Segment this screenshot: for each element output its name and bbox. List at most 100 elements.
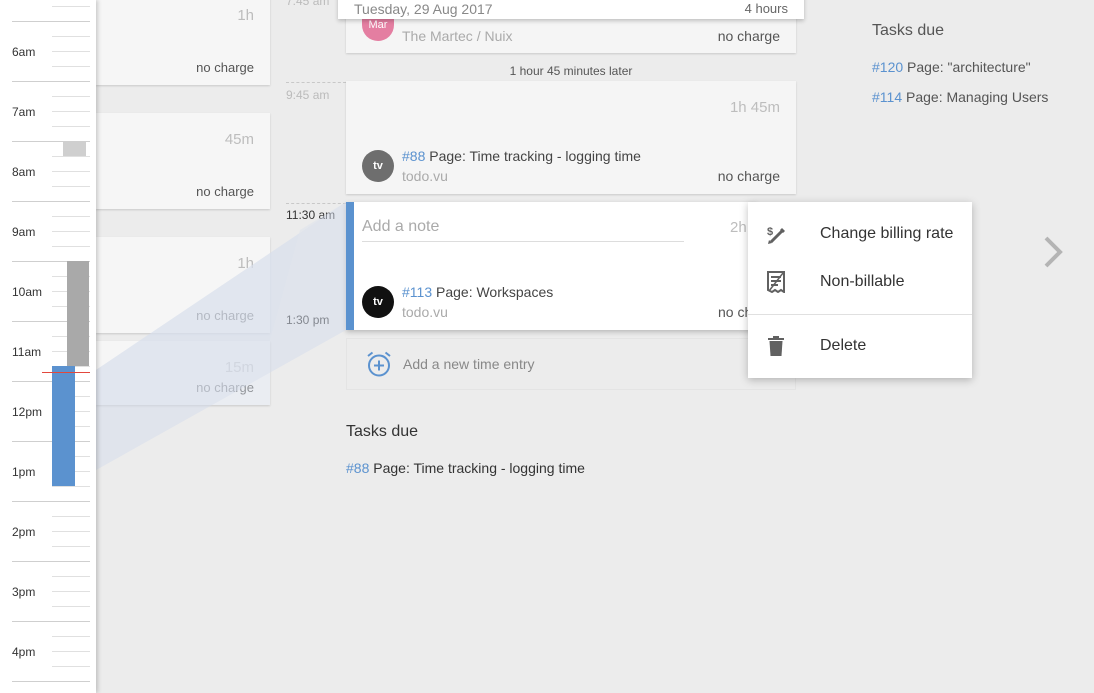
timeline-tick <box>12 381 90 382</box>
task-title[interactable]: Page: Managing Users <box>906 89 1048 105</box>
hour-label: 8am <box>12 165 36 179</box>
entry-charge: no charge <box>717 168 780 184</box>
entry-charge: no charge <box>196 184 254 199</box>
entry-charge: no charge <box>196 308 254 323</box>
hour-label: 2pm <box>12 525 36 539</box>
hour-label: 1pm <box>12 465 36 479</box>
timeline-tick <box>52 36 90 37</box>
time-entry-card[interactable]: 1h 45m tv #88 Page: Time tracking - logg… <box>346 81 796 194</box>
task-due-item[interactable]: #88 Page: Time tracking - logging time <box>346 460 585 476</box>
tasks-due-title: Tasks due <box>346 423 419 440</box>
day-header: Tuesday, 29 Aug 2017 4 hours <box>338 0 804 19</box>
receipt-icon <box>748 271 820 293</box>
entry-charge: no charge <box>196 60 254 75</box>
timeline-tick <box>52 186 90 187</box>
timeline-block-entry[interactable] <box>67 261 89 366</box>
timeline-tick <box>52 531 90 532</box>
alarm-add-icon <box>365 350 393 378</box>
timeline-tick <box>12 561 90 562</box>
time-entry-card[interactable]: 15m no charge <box>96 341 270 405</box>
entry-charge: no charge <box>196 380 254 395</box>
entry-duration: 45m <box>224 131 254 148</box>
task-due-item[interactable]: #114 Page: Managing Users <box>872 89 1048 105</box>
timeline-tick <box>12 681 90 682</box>
hour-label: 7am <box>12 105 36 119</box>
task-id[interactable]: #120 <box>872 59 903 75</box>
menu-item-label: Non-billable <box>820 273 905 290</box>
timeline-tick <box>52 486 90 487</box>
menu-item-non-billable[interactable]: Non-billable <box>748 258 972 306</box>
gap-label: 1 hour 45 minutes later <box>509 64 633 78</box>
timeline-tick <box>52 216 90 217</box>
entry-duration: 1h <box>237 255 254 272</box>
timeline-block-selected[interactable] <box>52 366 75 486</box>
entry-duration: 1h <box>237 7 254 24</box>
entry-end-time: 1:30 pm <box>286 313 330 327</box>
timeline-tick <box>12 81 90 82</box>
menu-item-delete[interactable]: Delete <box>748 322 972 370</box>
add-time-entry-button[interactable]: Add a new time entry <box>346 338 796 390</box>
entry-start-time: 11:30 am <box>286 208 336 222</box>
menu-item-change-billing-rate[interactable]: $ Change billing rate <box>748 210 972 258</box>
timeline-block-entry[interactable] <box>63 141 86 156</box>
entry-accent-bar <box>346 202 354 330</box>
next-day-button[interactable] <box>1036 232 1068 272</box>
task-id[interactable]: #88 <box>402 148 425 164</box>
task-id[interactable]: #113 <box>402 284 432 300</box>
hour-label: 10am <box>12 285 43 299</box>
hour-label: 6am <box>12 45 36 59</box>
change-rate-icon: $ <box>748 223 820 245</box>
time-divider <box>286 82 346 83</box>
task-title[interactable]: Page: Workspaces <box>436 284 553 300</box>
task-id[interactable]: #114 <box>872 89 902 105</box>
timeline-tick <box>52 6 90 7</box>
timeline-tick <box>52 606 90 607</box>
timeline-tick <box>52 66 90 67</box>
task-due-item[interactable]: #120 Page: "architecture" <box>872 59 1031 75</box>
timeline-tick <box>52 666 90 667</box>
entry-task[interactable]: #113 Page: Workspaces <box>402 284 553 300</box>
timeline-tick <box>52 651 90 652</box>
task-id[interactable]: #88 <box>346 460 369 476</box>
task-title[interactable]: Page: Time tracking - logging time <box>373 460 585 476</box>
entry-context-menu: $ Change billing rate Non-billable Delet… <box>748 202 972 378</box>
entry-client: The Martec / Nuix <box>402 28 513 44</box>
timeline-tick <box>52 111 90 112</box>
note-input[interactable] <box>362 212 684 242</box>
timeline-tick <box>52 126 90 127</box>
chevron-right-icon <box>1040 234 1064 270</box>
avatar: tv <box>362 150 394 182</box>
avatar: tv <box>362 286 394 318</box>
timeline-tick <box>52 636 90 637</box>
entry-project: todo.vu <box>402 168 448 184</box>
avatar: Mar <box>362 17 394 41</box>
time-entry-card[interactable]: 45m no charge <box>96 113 270 209</box>
entry-task[interactable]: #88 Page: Time tracking - logging time <box>402 148 641 164</box>
entry-duration: 2h <box>730 219 747 236</box>
menu-item-label: Delete <box>820 337 867 354</box>
timeline-tick <box>52 171 90 172</box>
entry-start-time: 7:45 am <box>286 0 330 8</box>
timeline-tick <box>12 501 90 502</box>
hour-label: 9am <box>12 225 36 239</box>
tasks-due-title: Tasks due <box>872 22 945 39</box>
hour-label: 3pm <box>12 585 36 599</box>
timeline-tick <box>52 231 90 232</box>
time-entry-card[interactable]: 1h no charge <box>96 237 270 333</box>
day-timeline[interactable]: 6am 7am 8am 9am 10am 11am 12pm 1pm 2pm 3… <box>0 0 96 693</box>
hour-label: 11am <box>12 345 42 359</box>
timeline-tick <box>52 156 90 157</box>
trash-icon <box>748 335 820 357</box>
hour-label: 12pm <box>12 405 43 419</box>
selected-time-entry[interactable]: 2h tv #113 Page: Workspaces todo.vu no c… <box>346 202 756 330</box>
task-title[interactable]: Page: "architecture" <box>907 59 1031 75</box>
entry-charge: no charge <box>717 28 780 44</box>
menu-item-label: Change billing rate <box>820 225 954 242</box>
time-entry-card[interactable]: 1h no charge <box>96 0 270 85</box>
timeline-tick <box>52 546 90 547</box>
menu-divider <box>748 314 972 315</box>
entry-start-time: 9:45 am <box>286 88 330 102</box>
timeline-tick <box>52 576 90 577</box>
entry-project: todo.vu <box>402 304 448 320</box>
task-title[interactable]: Page: Time tracking - logging time <box>429 148 641 164</box>
